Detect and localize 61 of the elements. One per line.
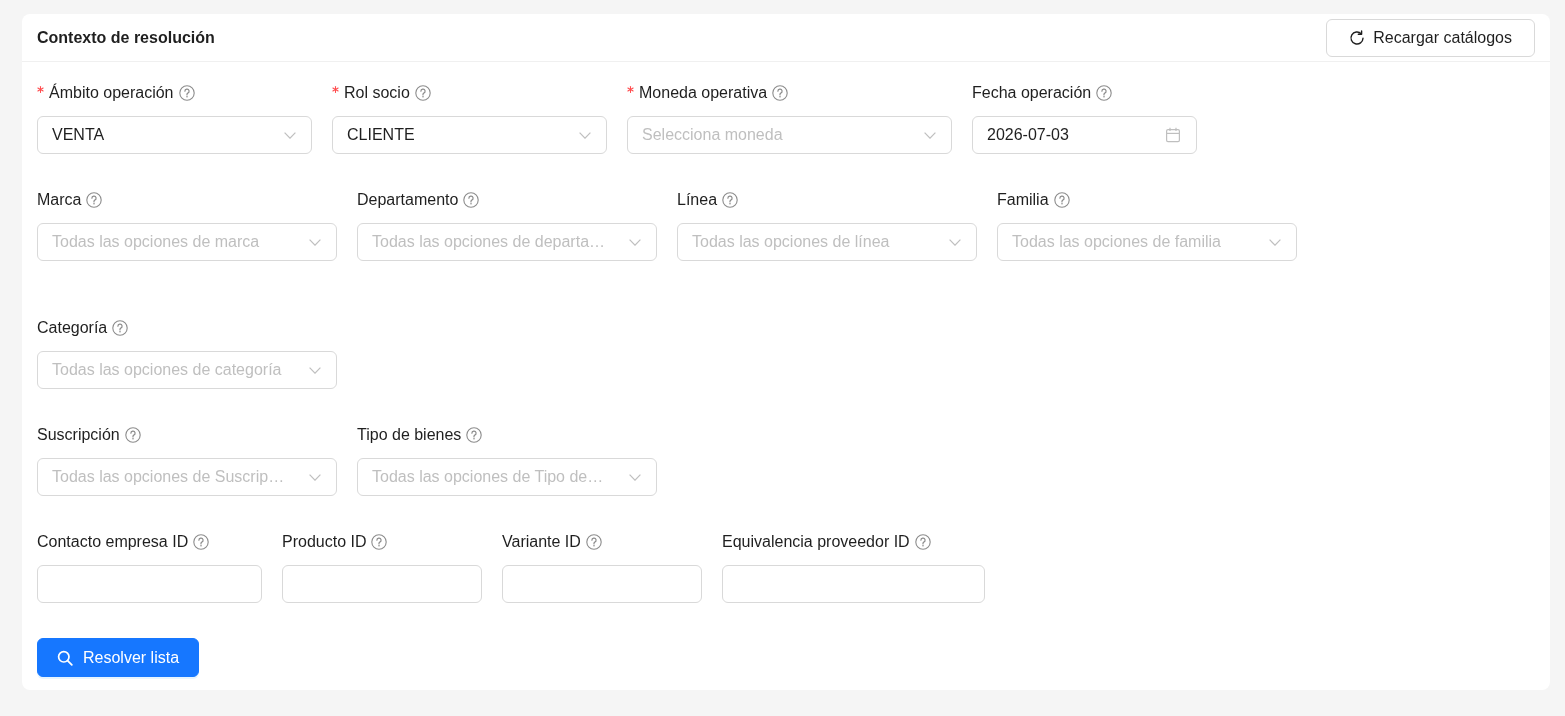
field-label: Variante ID (502, 532, 581, 552)
resolve-list-button[interactable]: Resolver lista (37, 638, 200, 677)
chevron-down-icon (579, 131, 591, 139)
field-label: Ámbito operación (49, 82, 174, 103)
card-title: Contexto de resolución (37, 27, 215, 48)
chevron-down-icon (284, 131, 296, 139)
chevron-down-icon (309, 238, 321, 246)
help-icon[interactable] (414, 85, 431, 101)
help-icon[interactable] (463, 192, 480, 208)
select-field[interactable]: Todas las opciones de marca (37, 223, 337, 261)
chevron-down-icon (309, 366, 321, 374)
field-label: Suscripción (37, 425, 120, 445)
field-label: Equivalencia proveedor ID (722, 532, 910, 552)
chevron-down-icon (949, 238, 961, 246)
help-icon[interactable] (124, 427, 141, 443)
chevron-down-icon (309, 473, 321, 481)
help-icon[interactable] (112, 320, 129, 336)
chevron-down-icon (1269, 238, 1281, 246)
select-field[interactable]: Todas las opciones de departa… (357, 223, 657, 261)
select-field[interactable]: CLIENTE (332, 116, 607, 154)
help-icon[interactable] (466, 427, 483, 443)
select-field[interactable]: Selecciona moneda (627, 116, 952, 154)
select-field[interactable]: Todas las opciones de línea (677, 223, 977, 261)
help-icon[interactable] (772, 85, 789, 101)
field-label: Marca (37, 190, 82, 210)
field-label: Rol socio (344, 83, 410, 103)
input-field[interactable] (502, 565, 702, 603)
field-label: Fecha operación (972, 83, 1092, 103)
select-field[interactable]: Todas las opciones de familia (997, 223, 1297, 261)
search-icon (57, 649, 73, 666)
chevron-down-icon (629, 238, 641, 246)
select-field[interactable]: Todas las opciones de categoría (37, 351, 337, 389)
help-icon[interactable] (1096, 85, 1113, 101)
input-field[interactable] (282, 565, 482, 603)
calendar-icon (1165, 127, 1181, 143)
help-icon[interactable] (86, 192, 103, 208)
date-field[interactable]: 2026-07-03 (972, 116, 1197, 154)
input-field[interactable] (37, 565, 262, 603)
field-label: Moneda operativa (639, 83, 768, 103)
chevron-down-icon (629, 473, 641, 481)
select-field[interactable]: Todas las opciones de Tipo de… (357, 458, 657, 496)
help-icon[interactable] (914, 534, 931, 550)
reload-icon (1349, 29, 1366, 46)
input-field[interactable] (722, 565, 985, 603)
help-icon[interactable] (178, 85, 195, 101)
field-label: Línea (677, 190, 718, 210)
field-label: Categoría (37, 318, 108, 338)
help-icon[interactable] (193, 534, 210, 550)
reload-catalogs-button[interactable]: Recargar catálogos (1326, 18, 1535, 57)
help-icon[interactable] (722, 192, 739, 208)
field-label: Departamento (357, 190, 459, 210)
field-label: Contacto empresa ID (37, 532, 189, 552)
help-icon[interactable] (585, 534, 602, 550)
help-icon[interactable] (1053, 192, 1070, 208)
field-label: Tipo de bienes (357, 425, 462, 445)
select-field[interactable]: Todas las opciones de Suscrip… (37, 458, 337, 496)
chevron-down-icon (924, 131, 936, 139)
field-label: Producto ID (282, 532, 367, 552)
help-icon[interactable] (371, 534, 388, 550)
field-label: Familia (997, 190, 1049, 210)
select-field[interactable]: VENTA (37, 116, 312, 154)
